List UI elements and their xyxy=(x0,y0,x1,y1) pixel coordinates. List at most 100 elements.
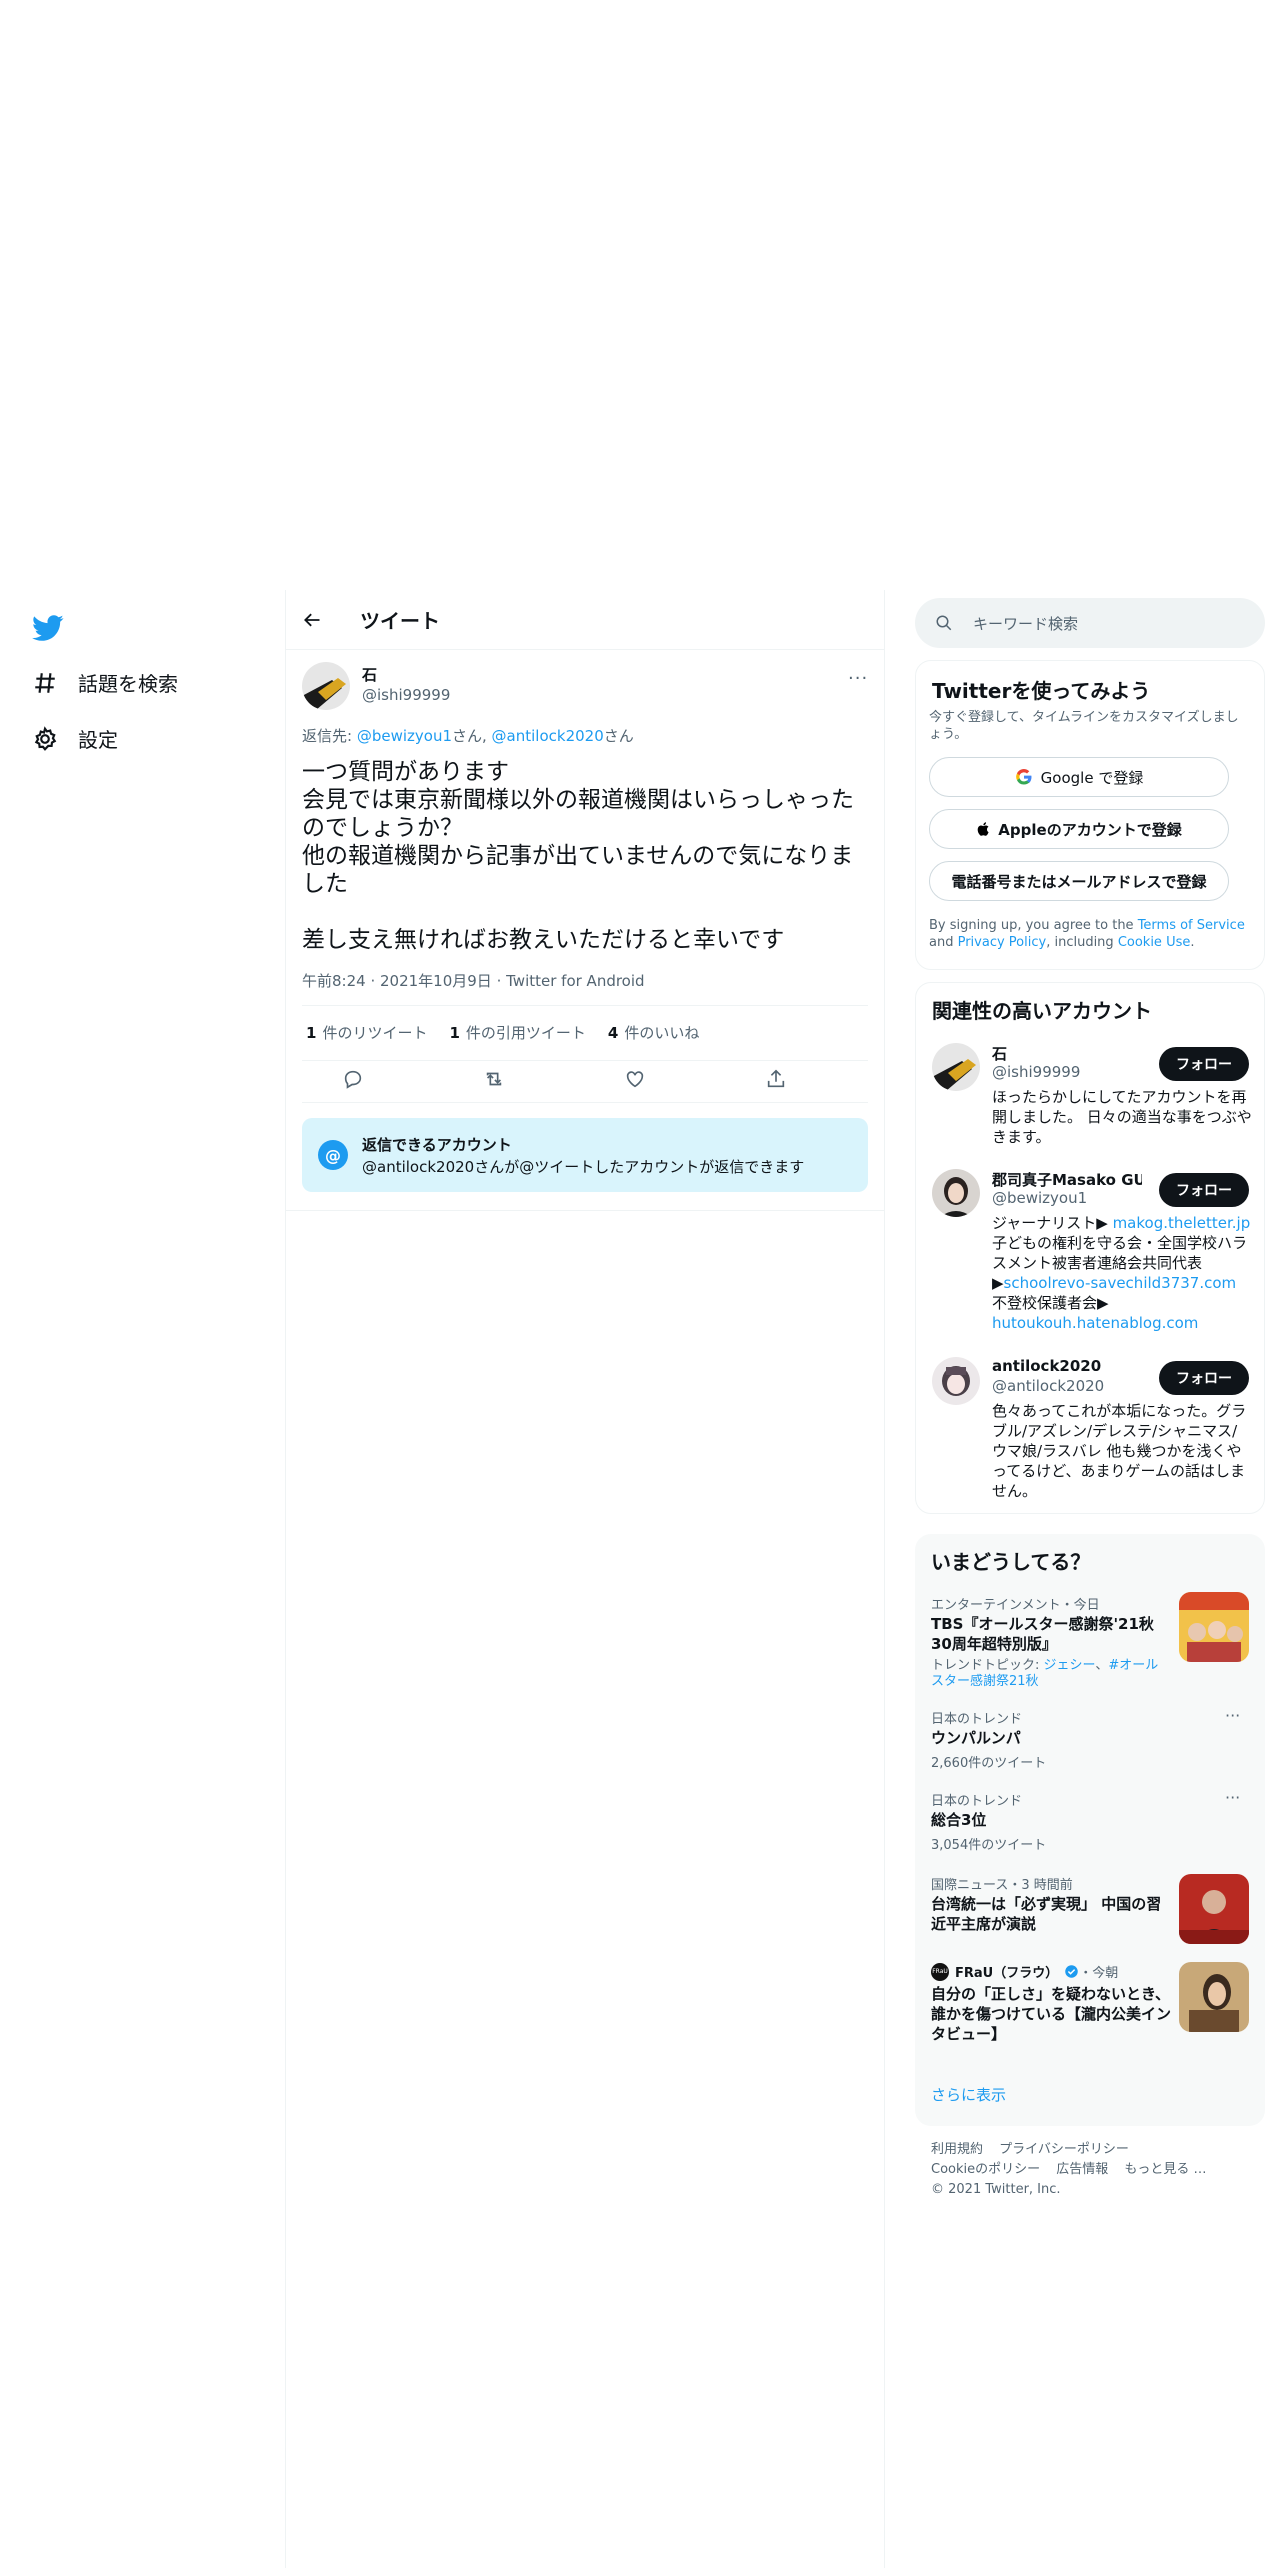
back-arrow-icon[interactable] xyxy=(302,610,322,630)
nav-explore[interactable]: 話題を検索 xyxy=(32,668,178,697)
phone-email-signup-button[interactable]: 電話番号またはメールアドレスで登録 xyxy=(929,861,1229,901)
verified-badge-icon xyxy=(1065,1965,1078,1978)
likes-count: 4 xyxy=(607,1024,619,1042)
divider xyxy=(302,1102,868,1103)
trend-tweet-count: 2,660件のツイート xyxy=(931,1756,1047,1771)
main-column: ツイート 石 @ishi99999 ··· 返信先: @bewizyou1さん,… xyxy=(285,590,885,2568)
reply-to-user-link[interactable]: @bewizyou1 xyxy=(357,727,452,745)
search-box[interactable]: キーワード検索 xyxy=(915,598,1265,648)
search-input[interactable]: キーワード検索 xyxy=(973,613,1078,634)
account-avatar[interactable] xyxy=(932,1357,980,1405)
likes-label: 件のいいね xyxy=(624,1024,700,1042)
footer-link-more[interactable]: もっと見る … xyxy=(1124,2162,1206,2177)
trend-category: エンターテインメント・今日 xyxy=(931,1598,1100,1613)
tweet-actions xyxy=(286,1060,884,1100)
trend-title[interactable]: ウンパルンパ xyxy=(931,1728,1171,1748)
reply-restriction-title: 返信できるアカウント xyxy=(362,1136,512,1154)
footer-link-cookies[interactable]: Cookieのポリシー xyxy=(931,2162,1040,2177)
quotes-stat[interactable]: 1 件の引用ツイート xyxy=(449,1022,585,1043)
account-name[interactable]: 郡司真子Masako GUN… xyxy=(992,1169,1142,1190)
signup-subtitle: 今すぐ登録して、タイムラインをカスタマイズしましょう。 xyxy=(929,710,1239,742)
tweet-time[interactable]: 午前8:24 xyxy=(302,972,366,990)
account-avatar[interactable] xyxy=(932,1043,980,1091)
meta-separator: · xyxy=(491,972,507,990)
page-title: ツイート xyxy=(360,609,440,633)
apple-signup-button[interactable]: Appleのアカウントで登録 xyxy=(929,809,1229,849)
trend-thumbnail[interactable] xyxy=(1179,1592,1249,1662)
signup-title: Twitterを使ってみよう xyxy=(932,679,1151,703)
nav-settings-label: 設定 xyxy=(78,728,118,752)
trend-topics-prefix: トレンドトピック: xyxy=(931,1658,1044,1673)
tweet-author-handle[interactable]: @ishi99999 xyxy=(362,686,450,704)
trends-card: いまどうしてる？ エンターテインメント・今日 TBS『オールスター感謝祭'21秋… xyxy=(915,1534,1265,2126)
copyright: © 2021 Twitter, Inc. xyxy=(931,2182,1061,2197)
phone-email-signup-label: 電話番号またはメールアドレスで登録 xyxy=(951,872,1207,891)
gear-icon xyxy=(34,725,57,751)
reply-icon[interactable] xyxy=(342,1068,364,1090)
privacy-policy-link[interactable]: Privacy Policy xyxy=(958,935,1047,950)
apple-signup-label: Appleのアカウントで登録 xyxy=(998,820,1182,839)
trend-title[interactable]: 自分の「正しさ」を疑わないとき、誰かを傷つけている【瀧内公美インタビュー】 xyxy=(931,1984,1171,2044)
twitter-logo-icon[interactable] xyxy=(32,612,64,644)
search-icon xyxy=(936,615,952,631)
terms-of-service-link[interactable]: Terms of Service xyxy=(1138,918,1245,933)
signup-card: Twitterを使ってみよう 今すぐ登録して、タイムラインをカスタマイズしましょ… xyxy=(915,660,1265,970)
account-handle[interactable]: @bewizyou1 xyxy=(992,1189,1087,1207)
account-avatar[interactable] xyxy=(932,1169,980,1217)
account-bio: 色々あってこれが本垢になった。グラブル/アズレン/デレステ/シャニマス/ウマ娘/… xyxy=(992,1402,1247,1500)
like-heart-icon[interactable] xyxy=(624,1068,646,1090)
divider xyxy=(302,1005,868,1006)
more-options-icon[interactable]: ··· xyxy=(848,668,868,689)
retweets-stat[interactable]: 1 件のリツイート xyxy=(306,1022,427,1043)
bio-text: 不登校保護者会▶ xyxy=(992,1294,1109,1312)
cookie-use-link[interactable]: Cookie Use xyxy=(1118,935,1191,950)
trend-title[interactable]: TBS『オールスター感謝祭'21秋 30周年超特別版』 xyxy=(931,1614,1171,1654)
divider xyxy=(286,1210,884,1211)
nav-settings[interactable]: 設定 xyxy=(32,724,118,753)
reply-to-user-link[interactable]: @antilock2020 xyxy=(492,727,604,745)
trend-topic-link[interactable]: ジェシー xyxy=(1044,1658,1096,1673)
meta-separator: · xyxy=(365,972,380,990)
account-handle[interactable]: @ishi99999 xyxy=(992,1063,1080,1081)
apple-icon xyxy=(977,822,989,836)
trend-thumbnail[interactable] xyxy=(1179,1962,1249,2032)
trend-category: 国際ニュース・3 時間前 xyxy=(931,1878,1073,1893)
account-bio: ジャーナリスト▶ makog.theletter.jp 子どもの権利を守る会・全国… xyxy=(992,1213,1252,1333)
account-name[interactable]: 石 xyxy=(992,1043,1142,1064)
retweets-count: 1 xyxy=(306,1024,317,1042)
tweet-author-name[interactable]: 石 xyxy=(362,664,377,685)
google-signup-label: Google で登録 xyxy=(1040,768,1144,787)
follow-button[interactable]: フォロー xyxy=(1159,1361,1249,1395)
reply-to-separator: さん, xyxy=(452,727,492,745)
tweet-author-avatar[interactable] xyxy=(302,662,350,710)
google-signup-button[interactable]: Google で登録 xyxy=(929,757,1229,797)
follow-button[interactable]: フォロー xyxy=(1159,1047,1249,1081)
bio-link[interactable]: schoolrevo-savechild3737.com xyxy=(1004,1274,1237,1292)
trend-title[interactable]: 台湾統一は「必ず実現」 中国の習近平主席が演説 xyxy=(931,1894,1171,1934)
tweet-date[interactable]: 2021年10月9日 xyxy=(380,972,492,990)
bio-link[interactable]: makog.theletter.jp xyxy=(1113,1214,1251,1232)
footer-link-privacy[interactable]: プライバシーポリシー xyxy=(999,2142,1129,2157)
trends-title: いまどうしてる？ xyxy=(931,1550,1091,1574)
reply-to-line: 返信先: @bewizyou1さん, @antilock2020さん xyxy=(302,725,634,746)
show-more-link[interactable]: さらに表示 xyxy=(931,2084,1006,2105)
retweet-icon[interactable] xyxy=(483,1068,505,1090)
trend-thumbnail[interactable] xyxy=(1179,1874,1249,1944)
footer-link-ads[interactable]: 広告情報 xyxy=(1056,2162,1108,2177)
account-handle[interactable]: @antilock2020 xyxy=(992,1377,1104,1395)
legal-text-part: . xyxy=(1190,935,1195,950)
reply-to-suffix: さん xyxy=(603,727,634,745)
source-avatar: FRaU xyxy=(931,1962,949,1981)
tweet-text: 一つ質問があります 会見では東京新聞様以外の報道機関はいらっしゃったのでしょうか… xyxy=(302,759,854,953)
bio-link[interactable]: hutoukouh.hatenablog.com xyxy=(992,1314,1198,1332)
likes-stat[interactable]: 4 件のいいね xyxy=(608,1022,699,1043)
footer-link-terms[interactable]: 利用規約 xyxy=(931,2142,983,2157)
trend-title[interactable]: 総合3位 xyxy=(931,1810,1171,1830)
tweet-meta: 午前8:24 · 2021年10月9日 · Twitter for Androi… xyxy=(302,970,645,991)
share-icon[interactable] xyxy=(765,1068,787,1090)
trend-more-icon[interactable]: ··· xyxy=(1225,1706,1240,1725)
trend-source-name[interactable]: FRaU（フラウ） xyxy=(955,1962,1058,1981)
follow-button[interactable]: フォロー xyxy=(1159,1173,1249,1207)
trend-more-icon[interactable]: ··· xyxy=(1225,1788,1240,1807)
account-name[interactable]: antilock2020 xyxy=(992,1357,1142,1375)
